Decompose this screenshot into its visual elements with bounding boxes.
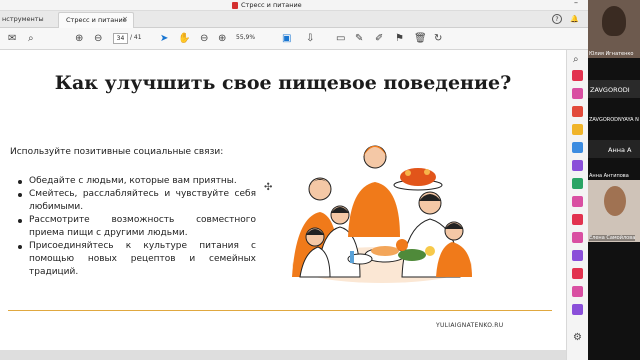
participant-name: Елена Самойлова bbox=[589, 235, 636, 241]
protect-icon[interactable] bbox=[572, 196, 583, 207]
minimize-button[interactable]: – bbox=[574, 0, 578, 7]
hand-tool-icon[interactable]: ✋ bbox=[178, 33, 190, 44]
search-icon[interactable]: ⌕ bbox=[573, 54, 579, 65]
redact-icon[interactable] bbox=[572, 268, 583, 279]
stamp-icon[interactable]: ⚑ bbox=[395, 33, 404, 44]
footer-divider bbox=[8, 310, 552, 311]
comment-tool-icon[interactable] bbox=[572, 124, 583, 135]
pdf-page: Как улучшить свое пищевое поведение? Исп… bbox=[0, 50, 566, 350]
bullet-icon bbox=[18, 219, 22, 223]
delete-icon[interactable]: 🗑 bbox=[414, 33, 427, 44]
bullet-text: Смейтесь, расслабляйтесь и чувствуйте се… bbox=[29, 189, 256, 212]
export-pdf-icon[interactable] bbox=[572, 106, 583, 117]
bullet-icon bbox=[18, 193, 22, 197]
slide-title: Как улучшить свое пищевое поведение? bbox=[54, 72, 512, 94]
tab-bar: нструменты Стресс и питание × ? 🔔 bbox=[0, 11, 588, 28]
rotate-icon[interactable]: ↻ bbox=[434, 33, 442, 44]
participant-name: Юлия Игнатенко bbox=[589, 51, 634, 57]
tools-panel: ⌕ ⚙ bbox=[566, 50, 588, 360]
search-icon[interactable]: ⌕ bbox=[28, 33, 34, 44]
next-page-icon[interactable]: ⊖ bbox=[94, 33, 102, 44]
bullet-text: Обедайте с людьми, которые вам приятны. bbox=[29, 176, 237, 186]
help-icon[interactable]: ? bbox=[552, 14, 562, 24]
more-tools-icon[interactable] bbox=[572, 304, 583, 315]
avatar bbox=[602, 6, 626, 36]
compare-files-icon[interactable] bbox=[572, 250, 583, 261]
participant-tile[interactable]: Анна А bbox=[588, 140, 640, 158]
move-cursor-icon: ✣ bbox=[264, 182, 273, 193]
window-title: Стресс и питание bbox=[232, 1, 302, 9]
family-dinner-illustration bbox=[292, 145, 472, 283]
page-number-input[interactable]: 34 bbox=[113, 33, 128, 44]
prev-page-icon[interactable]: ⊕ bbox=[75, 33, 83, 44]
edit-pdf-icon[interactable] bbox=[572, 88, 583, 99]
highlight-icon[interactable]: ✐ bbox=[375, 33, 383, 44]
video-call-panel: Юлия Игнатенко ZAVGORODI ZAVGORODNYAYA N… bbox=[588, 0, 640, 360]
fill-sign-icon[interactable] bbox=[572, 214, 583, 225]
participant-name: Анна Антипова bbox=[589, 173, 629, 179]
participant-tile[interactable]: Анна Антипова bbox=[588, 168, 640, 180]
request-signature-icon[interactable] bbox=[572, 232, 583, 243]
scan-ocr-icon[interactable] bbox=[572, 178, 583, 189]
footer-website: YULIAIGNATENKO.RU bbox=[436, 322, 504, 329]
bullet-text: Рассмотрите возможность совместного прие… bbox=[29, 215, 256, 238]
participant-name: ZAVGORODNYAYA N bbox=[589, 117, 639, 123]
zoom-out-icon[interactable]: ⊖ bbox=[200, 33, 208, 44]
zoom-level[interactable]: 55,9% bbox=[236, 34, 255, 41]
participant-tile[interactable]: Юлия Игнатенко bbox=[588, 0, 640, 58]
organize-pages-icon[interactable] bbox=[572, 160, 583, 171]
title-bar: Стресс и питание – bbox=[0, 0, 588, 11]
comment-icon[interactable]: ▭ bbox=[336, 33, 345, 44]
avatar bbox=[604, 186, 626, 216]
slide-intro: Используйте позитивные социальные связи: bbox=[10, 147, 224, 157]
page-total: / 41 bbox=[130, 34, 142, 41]
bullet-text: Присоединяйтесь к культуре питания с пом… bbox=[29, 241, 256, 277]
pdf-icon bbox=[232, 1, 238, 9]
tab-document[interactable]: Стресс и питание × bbox=[58, 12, 134, 28]
bullet-list: Обедайте с людьми, которые вам приятны. … bbox=[18, 175, 256, 279]
combine-files-icon[interactable] bbox=[572, 142, 583, 153]
tools-settings-icon[interactable]: ⚙ bbox=[573, 332, 582, 343]
zoom-in-icon[interactable]: ⊕ bbox=[218, 33, 226, 44]
create-pdf-icon[interactable] bbox=[572, 70, 583, 81]
tab-tools[interactable]: нструменты bbox=[0, 11, 54, 27]
fit-page-icon[interactable]: ▣ bbox=[282, 33, 291, 44]
toolbar: ✉ ⌕ ⊕ ⊖ 34 / 41 ➤ ✋ ⊖ ⊕ 55,9% ▣ ⇩ ▭ ✎ ✐ … bbox=[0, 28, 588, 50]
select-cursor-icon[interactable]: ➤ bbox=[160, 33, 168, 44]
screen: Стресс и питание – нструменты Стресс и п… bbox=[0, 0, 640, 360]
notification-icon[interactable]: 🔔 bbox=[570, 15, 579, 23]
list-item: Смейтесь, расслабляйтесь и чувствуйте се… bbox=[18, 188, 256, 214]
list-item: Присоединяйтесь к культуре питания с пом… bbox=[18, 240, 256, 279]
participant-display: ZAVGORODI bbox=[590, 86, 630, 94]
bullet-icon bbox=[18, 180, 22, 184]
pen-icon[interactable]: ✎ bbox=[355, 33, 363, 44]
list-item: Обедайте с людьми, которые вам приятны. bbox=[18, 175, 256, 188]
mail-icon[interactable]: ✉ bbox=[8, 33, 16, 44]
close-tab-icon[interactable]: × bbox=[122, 15, 128, 23]
bullet-icon bbox=[18, 245, 22, 249]
list-item: Рассмотрите возможность совместного прие… bbox=[18, 214, 256, 240]
participant-tile[interactable]: ZAVGORODNYAYA N bbox=[588, 110, 640, 124]
optimize-pdf-icon[interactable] bbox=[572, 286, 583, 297]
participant-tile[interactable]: Елена Самойлова bbox=[588, 180, 640, 242]
tab-document-label: Стресс и питание bbox=[66, 16, 127, 24]
scroll-mode-icon[interactable]: ⇩ bbox=[306, 33, 314, 44]
window-title-text: Стресс и питание bbox=[241, 1, 302, 9]
participant-display: Анна А bbox=[608, 146, 632, 154]
participant-tile[interactable]: ZAVGORODI bbox=[588, 80, 640, 98]
